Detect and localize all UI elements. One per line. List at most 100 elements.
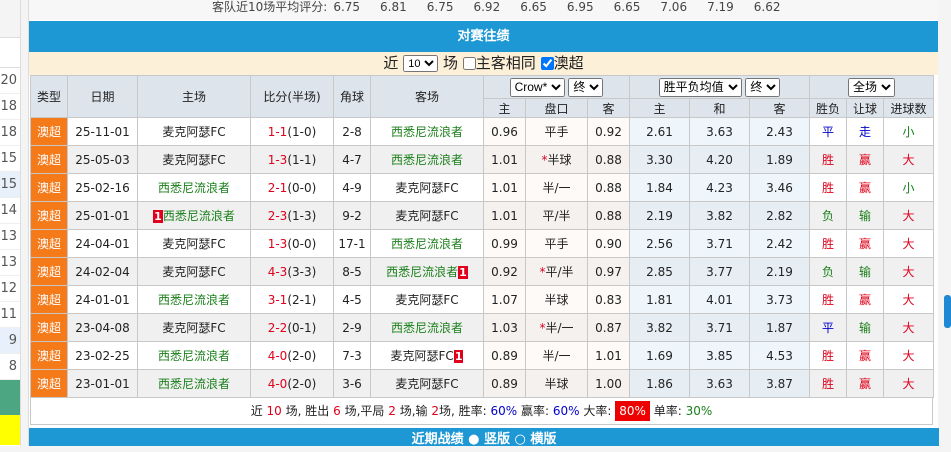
home-team-name[interactable]: 麦克阿瑟FC <box>162 125 225 139</box>
period-select[interactable]: 全场 <box>848 77 896 97</box>
away-team: 西悉尼流浪者 <box>370 145 484 174</box>
handicap-text: 平/半 <box>542 209 571 223</box>
company-select[interactable]: Crow* <box>509 77 565 97</box>
layout-vertical-label[interactable]: 竖版 <box>484 432 510 447</box>
away-team-name[interactable]: 西悉尼流浪者 <box>391 237 463 251</box>
avg-rating-value: 6.92 <box>473 0 501 14</box>
summary-text: 近 <box>250 404 263 418</box>
league-type: 澳超 <box>30 229 68 258</box>
home-team-name[interactable]: 麦克阿瑟FC <box>162 265 225 279</box>
avg-stage-select[interactable]: 终 <box>745 77 781 97</box>
same-home-away-label: 主客相同 <box>475 54 536 72</box>
sidebar-cell: 8 <box>0 354 20 380</box>
full-time-score: 1-1 <box>267 124 288 139</box>
away-team-name[interactable]: 麦克阿瑟FC <box>395 377 458 391</box>
same-home-away-checkbox[interactable] <box>462 57 476 70</box>
away-team-name[interactable]: 麦克阿瑟FC <box>391 349 454 363</box>
away-team-name[interactable]: 西悉尼流浪者 <box>391 125 463 139</box>
sidebar-yellow-cell <box>0 415 20 445</box>
subcol-header: 主 <box>629 98 690 118</box>
away-odds: 0.88 <box>587 145 630 174</box>
avg-type-select[interactable]: 胜平负均值 <box>658 77 742 97</box>
match-count-select[interactable]: 10 <box>403 55 439 72</box>
home-odds: 1.07 <box>483 285 526 314</box>
home-team-name[interactable]: 麦克阿瑟FC <box>162 153 225 167</box>
half-time-score: (0-1) <box>287 320 317 335</box>
away-team-name[interactable]: 西悉尼流浪者 <box>386 265 458 279</box>
sidebar-cell: 13 <box>0 250 20 276</box>
subcol-header: 进球数 <box>883 98 935 118</box>
away-team-name[interactable]: 西悉尼流浪者 <box>391 321 463 335</box>
half-time-score: (1-3) <box>287 208 317 223</box>
full-time-score: 4-0 <box>267 348 288 363</box>
summary-games: 10 <box>266 404 282 418</box>
col-type: 类型 <box>30 75 68 118</box>
half-time-score: (0-0) <box>287 180 317 195</box>
layout-horizontal-radio[interactable]: ○ <box>515 432 526 447</box>
summary-losses: 2 <box>431 404 439 418</box>
home-team-name[interactable]: 西悉尼流浪者 <box>158 349 230 363</box>
sidebar-input[interactable] <box>0 38 20 68</box>
avg-draw-odds: 3.71 <box>689 313 750 342</box>
odds-stage-select[interactable]: 终 <box>568 77 604 97</box>
filter-suffix: 场 <box>442 54 458 72</box>
home-team: 麦克阿瑟FC <box>137 313 251 342</box>
summary-text: 单率: <box>653 404 682 418</box>
handicap-text: 半/一 <box>542 181 571 195</box>
subcol-header: 客 <box>587 98 630 118</box>
home-team-name[interactable]: 西悉尼流浪者 <box>158 377 230 391</box>
avg-rating-value: 6.65 <box>613 0 641 14</box>
handicap-result: 赢 <box>846 341 885 370</box>
handicap-text: 平/半 <box>545 265 574 279</box>
sidebar-cell: 18 <box>0 94 20 120</box>
away-team-name[interactable]: 西悉尼流浪者 <box>391 153 463 167</box>
avg-selectors: 胜平负均值 终 <box>628 75 811 99</box>
home-team-name[interactable]: 西悉尼流浪者 <box>163 209 235 223</box>
handicap-line: 半/一 <box>525 173 588 202</box>
away-team-name[interactable]: 麦克阿瑟FC <box>395 181 458 195</box>
league-checkbox[interactable] <box>540 57 554 70</box>
away-team-name[interactable]: 麦克阿瑟FC <box>395 293 458 307</box>
away-odds: 0.88 <box>587 201 630 230</box>
sidebar-header <box>0 0 20 38</box>
handicap-text: 平手 <box>544 125 569 139</box>
layout-horizontal-label[interactable]: 横版 <box>530 432 556 447</box>
table-row: 澳超 25-02-16 西悉尼流浪者 2-1(0-0) 4-9 麦克阿瑟FC 1.01 半/一… <box>30 173 935 202</box>
avg-loss-odds: 1.87 <box>748 313 811 342</box>
match-date: 25-11-01 <box>67 117 138 146</box>
home-team-name[interactable]: 麦克阿瑟FC <box>162 321 225 335</box>
home-odds: 0.89 <box>483 341 526 370</box>
handicap-result: 输 <box>846 313 885 342</box>
win-rate: 60% <box>490 404 518 418</box>
corners: 9-2 <box>333 201 371 230</box>
home-team-name[interactable]: 麦克阿瑟FC <box>162 237 225 251</box>
avg-win-odds: 1.86 <box>629 369 690 398</box>
home-team: 西悉尼流浪者 <box>137 173 251 202</box>
avg-rating-value: 7.19 <box>707 0 734 14</box>
scrollbar-thumb[interactable] <box>944 295 951 328</box>
home-team: 麦克阿瑟FC <box>137 145 251 174</box>
result: 胜 <box>809 341 848 370</box>
home-team-name[interactable]: 西悉尼流浪者 <box>158 181 230 195</box>
result: 胜 <box>809 173 848 202</box>
table-row: 澳超 24-01-01 西悉尼流浪者 3-1(2-1) 4-5 麦克阿瑟FC 1.07 半球 0… <box>30 285 935 314</box>
h2h-table: 类型 日期 主场 比分(半场) 角球 客场 Crow* 终 胜平负均值 终 全场… <box>30 75 935 398</box>
subcol-header: 胜负 <box>809 98 848 118</box>
summary-text: 场,输 <box>399 404 428 418</box>
league-type: 澳超 <box>30 145 68 174</box>
avg-draw-odds: 3.63 <box>689 369 750 398</box>
away-team-name[interactable]: 麦克阿瑟FC <box>395 209 458 223</box>
result: 平 <box>809 313 848 342</box>
league-type: 澳超 <box>30 173 68 202</box>
head-to-head-section: 客队近10场平均评分: 6.75 6.81 6.75 6.92 6.65 6.95 6.65 7… <box>28 0 939 447</box>
corners: 7-3 <box>333 341 371 370</box>
layout-vertical-radio[interactable]: ● <box>468 432 479 447</box>
league-type: 澳超 <box>30 285 68 314</box>
over-under-result: 大 <box>883 285 935 314</box>
match-date: 24-01-01 <box>67 285 138 314</box>
handicap-line: *半/一 <box>525 313 588 342</box>
corners: 2-9 <box>333 313 371 342</box>
handicap-line: 平手 <box>525 117 588 146</box>
odds-selectors: Crow* 终 <box>483 75 630 99</box>
home-team-name[interactable]: 西悉尼流浪者 <box>158 293 230 307</box>
